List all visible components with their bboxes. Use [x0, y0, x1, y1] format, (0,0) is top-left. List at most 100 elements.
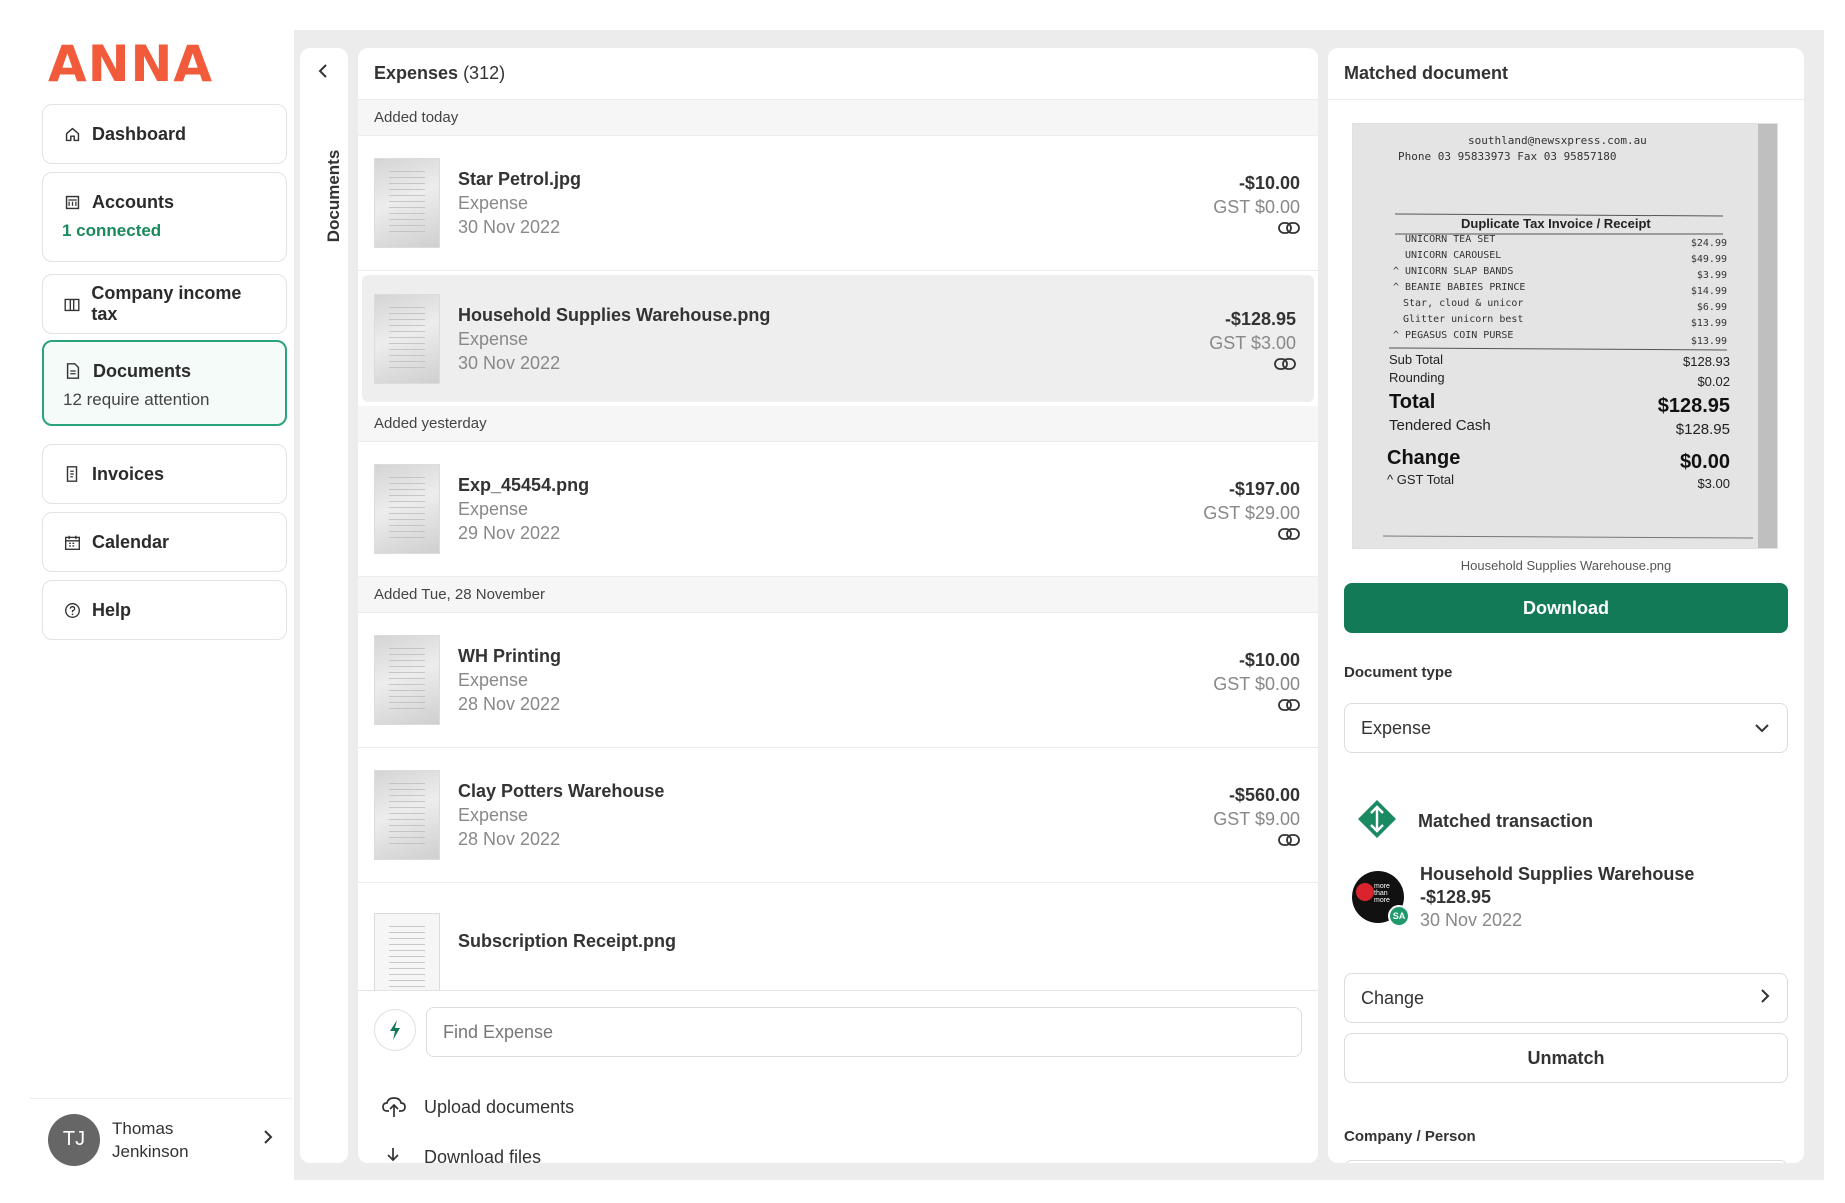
item-gst: GST $29.00: [1203, 503, 1300, 523]
item-name: Household Supplies Warehouse.png: [458, 304, 771, 325]
link-icon: [1213, 698, 1300, 712]
upload-documents-label: Upload documents: [424, 1096, 575, 1117]
calendar-icon: [62, 532, 82, 552]
document-type-label: Document type: [1344, 664, 1453, 681]
item-amount: -$560.00: [1228, 785, 1300, 805]
link-icon: [1213, 221, 1300, 235]
transaction-date: 30 Nov 2022: [1420, 910, 1523, 930]
download-files-button[interactable]: Download files: [382, 1146, 541, 1163]
item-gst: GST $0.00: [1213, 674, 1300, 694]
change-label: Change: [1361, 987, 1425, 1008]
sidebar-item-calendar[interactable]: Calendar: [42, 512, 287, 572]
item-amount: -$10.00: [1238, 173, 1300, 193]
sidebar-item-documents[interactable]: Documents 12 require attention: [42, 340, 287, 426]
sidebar-item-company-income-tax[interactable]: Company income tax: [42, 274, 287, 334]
lightning-icon[interactable]: [374, 1009, 416, 1051]
receipt-thumbnail: [374, 635, 440, 725]
sidebar-item-label: Help: [92, 599, 132, 620]
collapse-label: Documents: [324, 149, 343, 243]
list-item-selected[interactable]: Household Supplies Warehouse.png Expense…: [362, 275, 1314, 402]
change-button[interactable]: Change: [1344, 973, 1788, 1023]
unmatch-button[interactable]: Unmatch: [1344, 1033, 1788, 1083]
receipt-gst: $3.00: [1697, 476, 1730, 491]
receipt-change-label: Change: [1387, 447, 1460, 469]
expenses-header: Expenses (312): [358, 48, 1318, 100]
detail-title: Matched document: [1344, 63, 1509, 83]
receipt-thumbnail: [374, 293, 440, 384]
user-profile[interactable]: TJ Thomas Jenkinson: [30, 1098, 292, 1180]
receipt-line-price: $49.99: [1691, 254, 1727, 265]
chevron-right-icon: [1759, 987, 1771, 1010]
receipt-thumbnail: [374, 158, 440, 248]
invoice-icon: [62, 464, 82, 484]
expenses-list[interactable]: Added today Star Petrol.jpg Expense 30 N…: [358, 100, 1318, 990]
item-name: Exp_45454.png: [458, 475, 590, 495]
receipt-line-price: $14.99: [1691, 286, 1727, 297]
link-icon: [1203, 527, 1300, 541]
receipt-line-price: $13.99: [1691, 336, 1727, 347]
receipt-line-item: ^ PEGASUS COIN PURSE: [1393, 330, 1513, 341]
document-type-select[interactable]: Expense: [1344, 703, 1788, 753]
sidebar-item-label: Accounts: [92, 191, 175, 212]
receipt-gst-label: ^ GST Total: [1387, 472, 1454, 487]
link-icon: [1213, 833, 1300, 847]
list-item[interactable]: Clay Potters Warehouse Expense 28 Nov 20…: [358, 748, 1318, 883]
receipt-line-item: ^ BEANIE BABIES PRINCE: [1393, 282, 1525, 293]
receipt-thumbnail: [374, 464, 440, 554]
matched-transaction-header: Matched transaction: [1356, 798, 1593, 845]
download-icon: [382, 1146, 408, 1163]
upload-documents-button[interactable]: Upload documents: [382, 1096, 574, 1118]
list-item[interactable]: Star Petrol.jpg Expense 30 Nov 2022 -$10…: [358, 136, 1318, 271]
item-amount: -$128.95: [1224, 308, 1296, 329]
company-person-select[interactable]: [1344, 1160, 1788, 1163]
receipt-line-item: Star, cloud & unicor: [1403, 298, 1523, 309]
receipt-line-price: $3.99: [1697, 270, 1727, 281]
sidebar-item-dashboard[interactable]: Dashboard: [42, 104, 287, 164]
find-expense-input[interactable]: [426, 1007, 1302, 1057]
item-gst: GST $3.00: [1209, 332, 1296, 353]
documents-collapse-panel[interactable]: Documents: [300, 48, 348, 1163]
sidebar-item-label: Invoices: [92, 463, 165, 484]
list-item[interactable]: Subscription Receipt.png: [358, 883, 1318, 990]
item-type: Expense: [458, 499, 529, 519]
sidebar-item-label: Calendar: [92, 531, 170, 552]
item-name: Clay Potters Warehouse: [458, 781, 665, 801]
chevron-down-icon: [1753, 718, 1771, 739]
home-icon: [62, 124, 82, 144]
receipt-phone: Phone 03 95833973 Fax 03 95857180: [1398, 150, 1617, 163]
avatar: TJ: [48, 1113, 100, 1166]
item-type: Expense: [458, 193, 529, 213]
book-icon: [62, 294, 81, 314]
bank-icon: [62, 192, 82, 212]
transaction-amount: -$128.95: [1420, 887, 1492, 907]
group-header: Added today: [358, 100, 1318, 136]
list-footer: Upload documents Download files: [358, 990, 1318, 1163]
anna-logo[interactable]: ANNA: [48, 36, 213, 92]
list-item[interactable]: Exp_45454.png Expense 29 Nov 2022 -$197.…: [358, 442, 1318, 577]
item-name: Star Petrol.jpg: [458, 169, 582, 189]
help-icon: [62, 600, 82, 620]
link-icon: [1209, 357, 1296, 371]
merchant-logo-text: more than more: [1374, 883, 1390, 904]
receipt-email: southland@newsxpress.com.au: [1468, 134, 1647, 147]
sidebar-item-label: Documents: [93, 360, 192, 381]
matched-transaction-label: Matched transaction: [1418, 811, 1594, 831]
receipt-line-item: ^ UNICORN SLAP BANDS: [1393, 266, 1513, 277]
matched-document-panel: Matched document southland@newsxpress.co…: [1328, 48, 1804, 1163]
download-files-label: Download files: [424, 1146, 542, 1164]
list-item[interactable]: WH Printing Expense 28 Nov 2022 -$10.00 …: [358, 613, 1318, 748]
download-button[interactable]: Download: [1344, 583, 1788, 633]
detail-header: Matched document: [1328, 48, 1804, 100]
sidebar-item-accounts[interactable]: Accounts 1 connected: [42, 172, 287, 262]
sidebar-item-help[interactable]: Help: [42, 580, 287, 640]
chevron-right-icon: [262, 1128, 274, 1151]
document-icon: [63, 361, 83, 381]
company-person-label: Company / Person: [1344, 1128, 1476, 1145]
sidebar-item-invoices[interactable]: Invoices: [42, 444, 287, 504]
receipt-image[interactable]: southland@newsxpress.com.au Phone 03 958…: [1352, 123, 1778, 549]
sidebar: ANNA Dashboard Accounts 1 connected Comp…: [30, 30, 292, 1180]
chevron-left-icon[interactable]: [316, 62, 330, 85]
matched-transaction[interactable]: more than more SA Household Supplies War…: [1352, 863, 1694, 932]
receipt-total: $128.95: [1658, 395, 1730, 417]
receipt-line-price: $6.99: [1697, 302, 1727, 313]
